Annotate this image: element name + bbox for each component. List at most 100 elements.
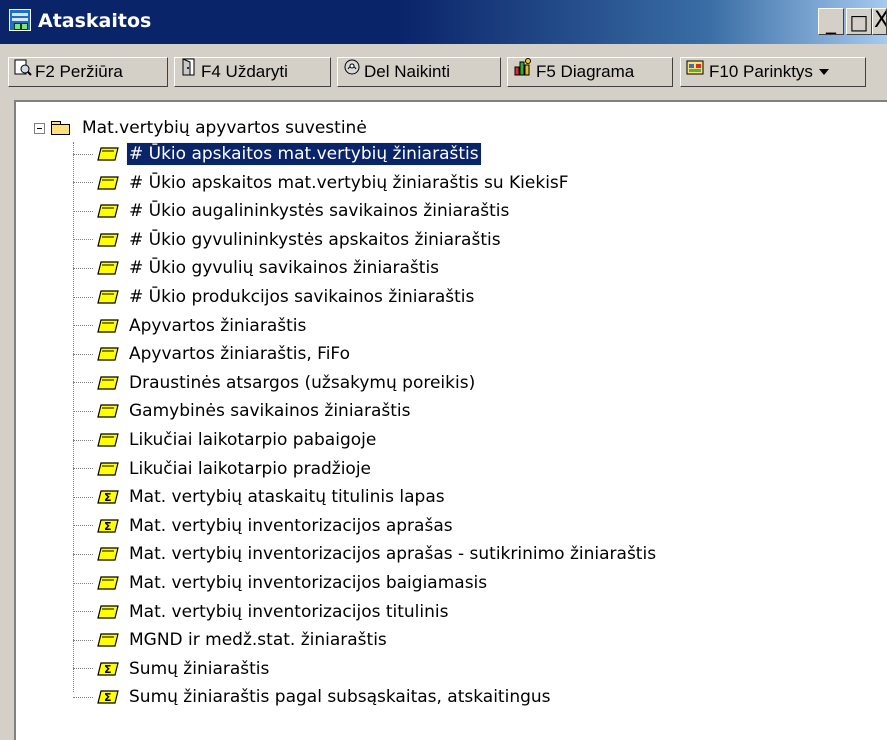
report-icon: [97, 375, 119, 391]
svg-text:Σ: Σ: [104, 691, 112, 704]
tree-item[interactable]: Σ Sumų žiniaraštis pagal subsąskaitas, at…: [73, 685, 553, 709]
report-icon: [97, 632, 119, 648]
report-icon: [97, 260, 119, 276]
tree-connector: [73, 267, 93, 269]
tree-item[interactable]: Likučiai laikotarpio pabaigoje: [73, 428, 378, 452]
tree-item[interactable]: Σ Mat. vertybių ataskaitų titulinis lapas: [73, 485, 447, 509]
tree-item-label: Likučiai laikotarpio pradžioje: [129, 458, 372, 479]
tree-item[interactable]: Mat. vertybių inventorizacijos titulinis: [73, 600, 450, 624]
tree-connector: [73, 468, 93, 470]
door-exit-icon: [180, 58, 198, 86]
report-icon: [97, 318, 119, 334]
close-label: F4 Uždaryti: [201, 62, 288, 82]
tree-item[interactable]: # Ūkio augalininkystės savikainos žiniar…: [73, 199, 511, 223]
tree-item-label: Draustinės atsargos (užsakymų poreikis): [129, 372, 476, 393]
minimize-button[interactable]: _: [818, 8, 844, 35]
close-button[interactable]: F4 Uždaryti: [174, 57, 331, 87]
report-tree[interactable]: Mat.vertybių apyvartos suvestinė # Ūkio …: [14, 100, 887, 740]
tree-connector: [73, 696, 93, 698]
tree-root-label: Mat.vertybių apyvartos suvestinė: [82, 118, 367, 138]
tree-root[interactable]: Mat.vertybių apyvartos suvestinė: [34, 117, 367, 139]
tree-item[interactable]: # Ūkio gyvulių savikainos žiniaraštis: [73, 256, 441, 280]
tree-connector: [73, 553, 93, 555]
tree-connector: [73, 153, 93, 155]
delete-icon: [343, 58, 361, 86]
tree-item-label: # Ūkio apskaitos mat.vertybių žiniarašti…: [126, 142, 482, 166]
collapse-icon[interactable]: [34, 122, 45, 134]
tree-item[interactable]: # Ūkio apskaitos mat.vertybių žiniarašti…: [73, 171, 571, 195]
tree-item[interactable]: Gamybinės savikainos žiniaraštis: [73, 399, 412, 423]
tree-connector: [73, 582, 93, 584]
tree-item-label: # Ūkio gyvulininkystės apskaitos žiniara…: [129, 229, 501, 250]
tree-item-label: # Ūkio apskaitos mat.vertybių žiniarašti…: [129, 172, 569, 193]
report-icon: [97, 575, 119, 591]
sum-report-icon: Σ: [97, 689, 119, 705]
preview-label: F2 Peržiūra: [35, 62, 123, 82]
tree-item-label: Mat. vertybių ataskaitų titulinis lapas: [129, 487, 445, 508]
tree-item-label: Mat. vertybių inventorizacijos titulinis: [129, 601, 449, 622]
tree-item-label: Apyvartos žiniaraštis: [129, 315, 307, 336]
tree-connector: [73, 353, 93, 355]
tree-item[interactable]: Apyvartos žiniaraštis: [73, 314, 308, 338]
tree-item[interactable]: Mat. vertybių inventorizacijos aprašas -…: [73, 542, 658, 566]
app-icon: [9, 9, 31, 31]
tree-item[interactable]: Likučiai laikotarpio pradžioje: [73, 457, 373, 481]
tree-item-label: # Ūkio gyvulių savikainos žiniaraštis: [129, 258, 440, 279]
tree-connector: [73, 611, 93, 613]
dropdown-arrow-icon: [819, 58, 830, 86]
tree-item[interactable]: Mat. vertybių inventorizacijos baigiamas…: [73, 571, 489, 595]
settings-icon: [686, 58, 706, 86]
report-icon: [97, 604, 119, 620]
tree-item[interactable]: # Ūkio produkcijos savikainos žiniarašti…: [73, 285, 476, 309]
tree-item-label: # Ūkio produkcijos savikainos žiniarašti…: [129, 287, 475, 307]
options-label: F10 Parinktys: [709, 62, 813, 82]
tree-item-label: Mat. vertybių inventorizacijos aprašas: [129, 515, 453, 536]
tree-item-label: Gamybinės savikainos žiniaraštis: [129, 401, 411, 422]
tree-connector: [73, 296, 93, 298]
chart-label: F5 Diagrama: [536, 62, 635, 82]
window-title: Ataskaitos: [38, 10, 152, 32]
tree-item[interactable]: Draustinės atsargos (užsakymų poreikis): [73, 371, 477, 395]
close-window-button[interactable]: X: [872, 8, 887, 35]
svg-text:Σ: Σ: [104, 491, 112, 504]
options-button[interactable]: F10 Parinktys: [680, 57, 866, 87]
tree-connector: [73, 325, 93, 327]
tree-connector: [73, 639, 93, 641]
report-icon: [97, 346, 119, 362]
sum-report-icon: Σ: [97, 489, 119, 505]
svg-text:Σ: Σ: [104, 520, 112, 533]
tree-item[interactable]: Σ Sumų žiniaraštis: [73, 657, 271, 681]
chart-button[interactable]: F5 Diagrama: [507, 57, 673, 87]
tree-connector: [73, 410, 93, 412]
tree-connector: [73, 496, 93, 498]
sum-report-icon: Σ: [97, 661, 119, 677]
delete-button[interactable]: Del Naikinti: [337, 57, 501, 87]
tree-connector: [73, 525, 93, 527]
magnifier-page-icon: [14, 58, 32, 86]
report-icon: [97, 461, 119, 477]
tree-item[interactable]: # Ūkio gyvulininkystės apskaitos žiniara…: [73, 228, 503, 252]
report-icon: [97, 289, 119, 305]
report-icon: [97, 146, 119, 162]
preview-button[interactable]: F2 Peržiūra: [8, 57, 168, 87]
tree-connector: [73, 210, 93, 212]
tree-connector: [73, 668, 93, 670]
svg-text:Σ: Σ: [104, 663, 112, 676]
folder-icon: [51, 121, 70, 135]
maximize-button[interactable]: □: [846, 8, 872, 35]
tree-item[interactable]: MGND ir medž.stat. žiniaraštis: [73, 628, 389, 652]
tree-item-label: # Ūkio augalininkystės savikainos žiniar…: [129, 201, 510, 222]
delete-label: Del Naikinti: [364, 62, 450, 82]
tree-item-label: Mat. vertybių inventorizacijos aprašas -…: [129, 544, 657, 565]
title-bar[interactable]: Ataskaitos _ □ X: [0, 0, 887, 44]
tree-item-label: Apyvartos žiniaraštis, FiFo: [129, 344, 350, 365]
tree-item-label: Likučiai laikotarpio pabaigoje: [129, 430, 377, 450]
tree-item-label: Sumų žiniaraštis pagal subsąskaitas, ats…: [129, 687, 551, 708]
tree-item-label: MGND ir medž.stat. žiniaraštis: [129, 630, 387, 651]
report-icon: [97, 546, 119, 562]
tree-item[interactable]: Apyvartos žiniaraštis, FiFo: [73, 342, 352, 366]
tree-item[interactable]: Σ Mat. vertybių inventorizacijos aprašas: [73, 514, 455, 538]
tree-item-label: Sumų žiniaraštis: [129, 658, 270, 679]
tree-item[interactable]: # Ūkio apskaitos mat.vertybių žiniarašti…: [73, 142, 482, 166]
report-icon: [97, 432, 119, 448]
